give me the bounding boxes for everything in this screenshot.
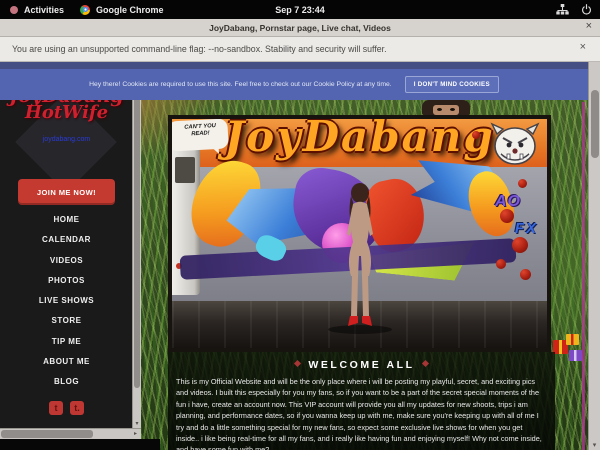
scrollbar-thumb[interactable] (591, 90, 599, 158)
graffiti-dot (512, 237, 528, 253)
gift-box-icon (566, 334, 579, 345)
join-me-now-button[interactable]: JOIN ME NOW! (18, 179, 115, 205)
graffiti-dot (500, 209, 514, 223)
welcome-body-text: This is my Official Website and will be … (176, 376, 547, 450)
diamond-icon (294, 360, 301, 367)
sidebar-item-calendar[interactable]: CALENDAR (0, 230, 133, 250)
power-icon[interactable] (581, 4, 592, 15)
scrollbar-thumb[interactable] (1, 430, 93, 438)
window-close-button[interactable]: × (586, 20, 592, 32)
cookie-banner: Hey there! Cookies are required to use t… (0, 62, 588, 100)
welcome-heading-text: WELCOME ALL (308, 359, 414, 371)
sandbox-warning-bar: You are using an unsupported command-lin… (0, 37, 600, 62)
face (433, 105, 459, 115)
gift-box-icon (569, 350, 582, 361)
sidebar-item-home[interactable]: HOME (0, 210, 133, 230)
speech-bubble: CAN'T YOU READ! (168, 118, 229, 151)
content-edge-line (582, 102, 585, 450)
graffiti-dot (518, 179, 527, 188)
sidebar-link[interactable]: joydabang.com (0, 136, 133, 143)
tumblr-icon[interactable]: t. (70, 401, 84, 415)
cookie-message: Hey there! Cookies are required to use t… (89, 81, 392, 88)
peeking-face-image (422, 100, 470, 115)
sidebar-item-blog[interactable]: BLOG (0, 372, 133, 392)
bulldog-icon (489, 120, 541, 170)
social-links: t t. (0, 401, 133, 415)
speech-bubble-text: CAN'T YOU READ! (184, 123, 216, 137)
diamond-icon (422, 360, 429, 367)
graffiti-tag-text: AO (495, 193, 521, 211)
cookie-accept-button[interactable]: I DON'T MIND COOKIES (405, 76, 499, 93)
sidebar-item-photos[interactable]: PHOTOS (0, 271, 133, 291)
graffiti-tag-text: FX (515, 220, 538, 237)
graffiti-dot (496, 259, 506, 269)
window-titlebar: JoyDabang, Pornstar page, Live chat, Vid… (0, 19, 600, 37)
hero-banner-image: JoyDabang CAN'T YOU READ! AO FX (168, 115, 551, 352)
infobar-close-button[interactable]: × (580, 41, 586, 53)
welcome-heading: WELCOME ALL (168, 359, 555, 371)
sidebar-item-videos[interactable]: VIDEOS (0, 251, 133, 271)
top-bar-right (556, 0, 592, 19)
screen: Activities Google Chrome Sep 7 23:44 Joy… (0, 0, 600, 450)
page-vertical-scrollbar[interactable]: ▾ (588, 62, 600, 450)
scroll-down-arrow[interactable]: ▾ (133, 420, 141, 427)
browser-viewport: JoyDabang CAN'T YOU READ! AO FX (0, 62, 600, 450)
graffiti-dot (472, 131, 480, 139)
sidebar-horizontal-scrollbar[interactable]: ▸ (0, 428, 141, 439)
welcome-section: WELCOME ALL This is my Official Website … (168, 352, 555, 450)
window-title: JoyDabang, Pornstar page, Live chat, Vid… (209, 23, 391, 33)
sidebar-item-live-shows[interactable]: LIVE SHOWS (0, 291, 133, 311)
network-icon[interactable] (556, 4, 569, 15)
sidebar-menu: HOME CALENDAR VIDEOS PHOTOS LIVE SHOWS S… (0, 210, 133, 393)
sidebar-vertical-scrollbar[interactable]: ▾ (132, 62, 141, 428)
scrollbar-thumb[interactable] (134, 92, 140, 388)
gnome-top-bar: Activities Google Chrome Sep 7 23:44 (0, 0, 600, 19)
clock[interactable]: Sep 7 23:44 (0, 5, 600, 15)
sidebar-item-tip-me[interactable]: TIP ME (0, 332, 133, 352)
sidebar: JoyDabang HotWife joydabang.com JOIN ME … (0, 62, 133, 428)
bottom-filler (0, 439, 160, 450)
model-figure-silhouette (337, 182, 383, 332)
scroll-down-arrow[interactable]: ▾ (589, 441, 600, 449)
sidebar-item-about-me[interactable]: ABOUT ME (0, 352, 133, 372)
sidebar-item-store[interactable]: STORE (0, 311, 133, 331)
graffiti-dot (520, 269, 531, 280)
warning-text: You are using an unsupported command-lin… (12, 44, 387, 54)
twitter-icon[interactable]: t (49, 401, 63, 415)
